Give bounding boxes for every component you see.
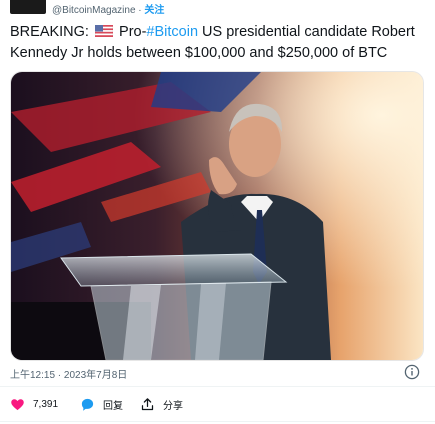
text-prefix: BREAKING: xyxy=(10,24,93,40)
tweet-header: @BitcoinMagazine · 关注 xyxy=(0,0,435,16)
info-icon[interactable] xyxy=(404,364,420,380)
tweet-timestamp[interactable]: 上午12:15 · 2023年7月8日 xyxy=(10,366,127,381)
reply-icon xyxy=(81,398,94,411)
text-pro: Pro- xyxy=(115,24,147,40)
speaker-at-podium-image xyxy=(11,72,423,360)
flag-us-icon xyxy=(95,25,113,37)
author-line: @BitcoinMagazine · 关注 xyxy=(52,1,164,16)
divider xyxy=(0,386,435,387)
share-label: 分享 xyxy=(163,401,183,412)
tweet-text: BREAKING: Pro-#Bitcoin US presidential c… xyxy=(10,22,425,64)
heart-icon xyxy=(11,399,24,411)
reply-label: 回复 xyxy=(103,401,123,412)
share-icon xyxy=(141,398,154,411)
share-button[interactable]: 分享 xyxy=(140,397,183,412)
author-handle[interactable]: @BitcoinMagazine xyxy=(52,5,136,16)
avatar[interactable] xyxy=(10,0,46,14)
tweet-photo[interactable] xyxy=(10,71,424,361)
follow-button[interactable]: 关注 xyxy=(144,5,164,16)
bottom-divider xyxy=(0,421,435,422)
hashtag-bitcoin[interactable]: #Bitcoin xyxy=(146,24,198,40)
like-count: 7,391 xyxy=(33,399,59,410)
reply-button[interactable]: 回复 xyxy=(80,397,123,412)
like-button[interactable]: 7,391 xyxy=(10,397,58,412)
